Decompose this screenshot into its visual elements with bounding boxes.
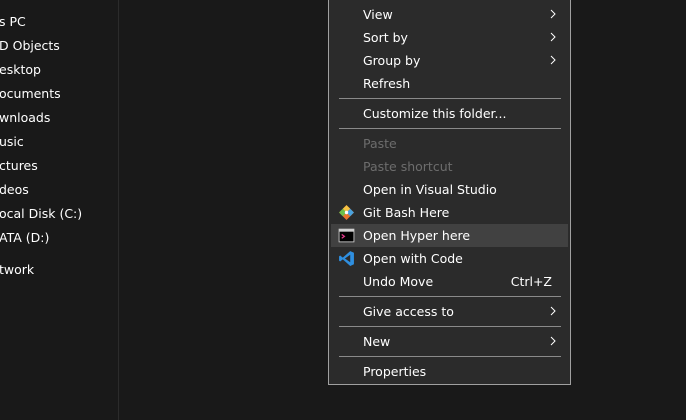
menu-item-label: Paste [363,136,397,151]
chevron-right-icon [550,55,556,65]
navigation-pane: s PC D Objects esktop ocuments wnloads u… [0,0,119,420]
nav-item-network[interactable]: twork [0,259,34,281]
menu-item-label: Open with Code [363,251,463,266]
vscode-icon [339,251,354,266]
menu-item-label: Properties [363,364,427,379]
nav-item-documents[interactable]: ocuments [0,83,61,105]
menu-item-view[interactable]: View [331,3,568,26]
menu-separator [339,356,561,357]
menu-item-label: Give access to [363,304,454,319]
menu-item-label: New [363,334,391,349]
nav-item-downloads[interactable]: wnloads [0,107,50,129]
menu-item-label: Paste shortcut [363,159,453,174]
menu-item-new[interactable]: New [331,330,568,353]
nav-item-this-pc[interactable]: s PC [0,11,26,33]
hyper-terminal-icon [338,228,355,243]
menu-item-open-hyper-here[interactable]: Open Hyper here [331,224,568,247]
chevron-right-icon [550,9,556,19]
menu-item-label: Git Bash Here [363,205,450,220]
menu-item-label: Open Hyper here [363,228,471,243]
context-menu: View Sort by Group by Refresh Customize … [328,0,571,385]
menu-item-label: Customize this folder... [363,106,507,121]
chevron-right-icon [550,306,556,316]
menu-item-open-visual-studio[interactable]: Open in Visual Studio [331,178,568,201]
menu-separator [339,296,561,297]
menu-item-git-bash-here[interactable]: Git Bash Here [331,201,568,224]
chevron-right-icon [550,32,556,42]
menu-item-customize-folder[interactable]: Customize this folder... [331,102,568,125]
menu-item-paste: Paste [331,132,568,155]
menu-separator [339,326,561,327]
menu-item-label: Sort by [363,30,408,45]
nav-item-3d-objects[interactable]: D Objects [0,35,60,57]
menu-item-open-with-code[interactable]: Open with Code [331,247,568,270]
menu-item-undo-move[interactable]: Undo Move Ctrl+Z [331,270,568,293]
menu-separator [339,128,561,129]
menu-item-label: Open in Visual Studio [363,182,497,197]
menu-item-sort-by[interactable]: Sort by [331,26,568,49]
nav-item-desktop[interactable]: esktop [0,59,41,81]
nav-item-pictures[interactable]: ctures [0,155,38,177]
menu-separator [339,98,561,99]
shortcut-text: Ctrl+Z [510,274,552,289]
menu-item-label: Refresh [363,76,411,91]
menu-item-label: Undo Move [363,274,434,289]
menu-item-label: View [363,7,393,22]
nav-item-videos[interactable]: deos [0,179,29,201]
nav-item-music[interactable]: usic [0,131,24,153]
nav-item-local-disk-c[interactable]: ocal Disk (C:) [0,203,82,225]
explorer-window: s PC D Objects esktop ocuments wnloads u… [0,0,686,420]
git-bash-icon [339,205,354,220]
menu-item-refresh[interactable]: Refresh [331,72,568,95]
menu-item-give-access-to[interactable]: Give access to [331,300,568,323]
menu-item-label: Group by [363,53,421,68]
chevron-right-icon [550,336,556,346]
menu-item-properties[interactable]: Properties [331,360,568,383]
menu-item-group-by[interactable]: Group by [331,49,568,72]
menu-item-paste-shortcut: Paste shortcut [331,155,568,178]
nav-item-data-d[interactable]: ATA (D:) [0,227,49,249]
